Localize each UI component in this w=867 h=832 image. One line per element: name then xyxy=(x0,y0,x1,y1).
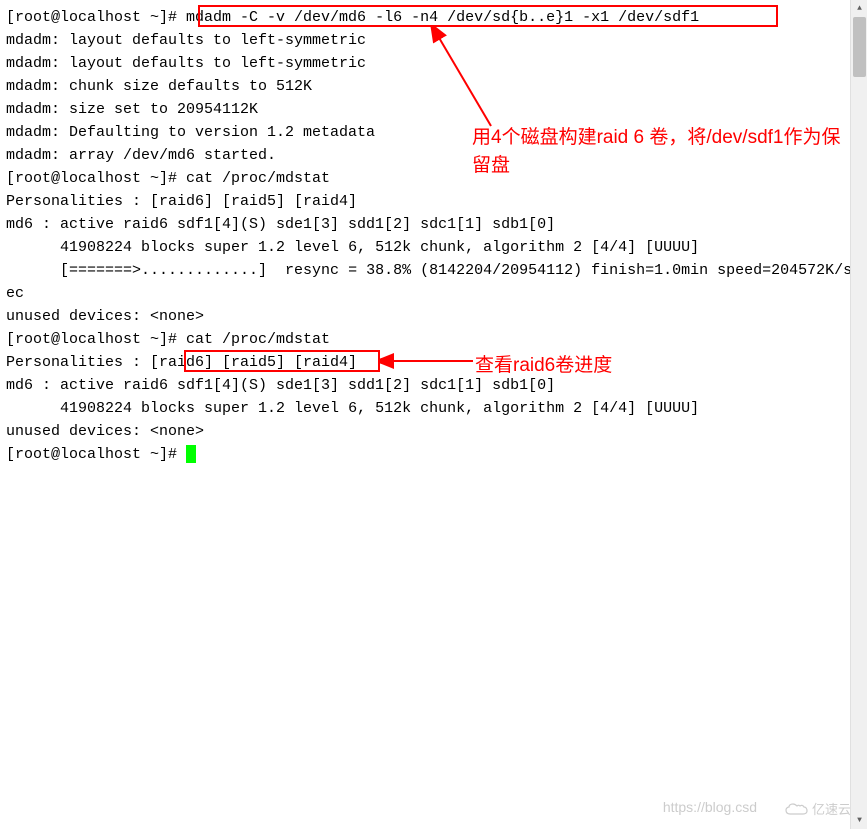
annotation-text-2: 查看raid6卷进度 xyxy=(475,352,612,380)
terminal-line: [root@localhost ~]# cat /proc/mdstat xyxy=(6,328,861,351)
terminal-line: mdadm: layout defaults to left-symmetric xyxy=(6,29,861,52)
shell-command: cat /proc/mdstat xyxy=(177,331,330,348)
shell-prompt: [root@localhost ~]# xyxy=(6,9,177,26)
scrollbar-thumb[interactable] xyxy=(853,17,866,77)
cloud-icon xyxy=(784,802,808,818)
terminal-line: mdadm: layout defaults to left-symmetric xyxy=(6,52,861,75)
watermark-brand: 亿速云 xyxy=(784,798,851,821)
shell-prompt: [root@localhost ~]# xyxy=(6,170,177,187)
terminal-cursor xyxy=(186,445,196,463)
shell-command: mdadm -C -v /dev/md6 -l6 -n4 /dev/sd{b..… xyxy=(177,9,699,26)
terminal-line: mdadm: chunk size defaults to 512K xyxy=(6,75,861,98)
shell-command: cat /proc/mdstat xyxy=(177,170,330,187)
terminal-output: [root@localhost ~]# mdadm -C -v /dev/md6… xyxy=(0,0,867,472)
terminal-line: 41908224 blocks super 1.2 level 6, 512k … xyxy=(6,236,861,259)
terminal-line: unused devices: <none> xyxy=(6,305,861,328)
terminal-line: 41908224 blocks super 1.2 level 6, 512k … xyxy=(6,397,861,420)
terminal-line: md6 : active raid6 sdf1[4](S) sde1[3] sd… xyxy=(6,213,861,236)
scrollbar-down-arrow-icon[interactable]: ▼ xyxy=(851,812,867,829)
annotation-text-1: 用4个磁盘构建raid 6 卷，将/dev/sdf1作为保留盘 xyxy=(472,124,852,180)
shell-prompt: [root@localhost ~]# xyxy=(6,331,177,348)
terminal-line: [=======>.............] resync = 38.8% (… xyxy=(6,259,861,305)
watermark-url: https://blog.csd xyxy=(663,796,757,819)
vertical-scrollbar[interactable]: ▲ ▼ xyxy=(850,0,867,829)
terminal-line: unused devices: <none> xyxy=(6,420,861,443)
terminal-line: md6 : active raid6 sdf1[4](S) sde1[3] sd… xyxy=(6,374,861,397)
terminal-line: Personalities : [raid6] [raid5] [raid4] xyxy=(6,190,861,213)
scrollbar-up-arrow-icon[interactable]: ▲ xyxy=(851,0,867,17)
terminal-line: [root@localhost ~]# xyxy=(6,443,861,466)
terminal-line: [root@localhost ~]# mdadm -C -v /dev/md6… xyxy=(6,6,861,29)
terminal-line: mdadm: size set to 20954112K xyxy=(6,98,861,121)
terminal-line: Personalities : [raid6] [raid5] [raid4] xyxy=(6,351,861,374)
shell-command xyxy=(177,446,186,463)
shell-prompt: [root@localhost ~]# xyxy=(6,446,177,463)
